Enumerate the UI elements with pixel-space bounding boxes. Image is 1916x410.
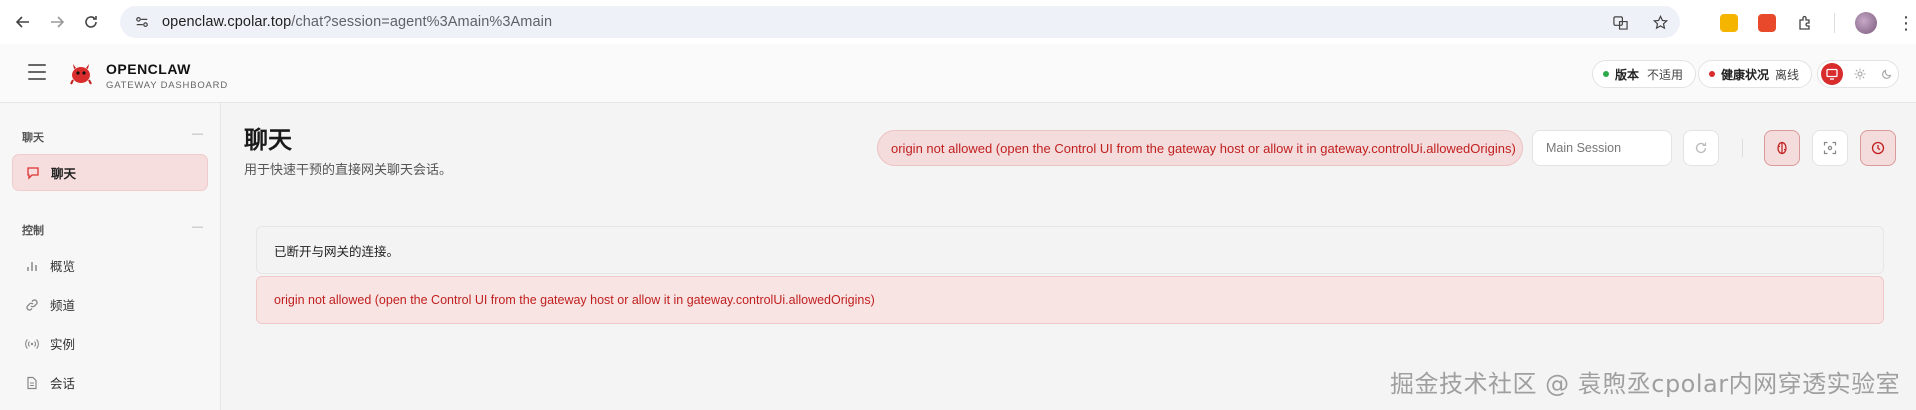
reload-icon[interactable] [78, 9, 104, 35]
section-collapse-icon[interactable]: — [192, 128, 203, 140]
theme-switcher [1817, 60, 1899, 88]
sidebar-item-overview[interactable]: 概览 [12, 247, 208, 284]
version-badge: 版本 不适用 [1592, 60, 1697, 88]
browser-menu-icon[interactable]: ⋮ [1897, 13, 1915, 34]
sidebar-section-control-title: 控制 [22, 225, 44, 237]
profile-avatar[interactable] [1855, 12, 1877, 34]
openclaw-logo-icon [70, 64, 92, 85]
version-label: 版本 [1615, 67, 1640, 82]
chat-bubble-icon [25, 165, 41, 181]
browser-toolbar: openclaw.cpolar.top/chat?session=agent%3… [0, 0, 1916, 44]
app-header: OPENCLAW GATEWAY DASHBOARD 版本 不适用 健康状况 离… [0, 44, 1916, 103]
error-message: origin not allowed (open the Control UI … [256, 276, 1884, 324]
extension-red-icon[interactable] [1758, 14, 1776, 32]
sidebar-item-label: 实例 [50, 338, 76, 352]
page-title: 聊天 [244, 127, 292, 154]
section-collapse-icon[interactable]: — [192, 221, 203, 233]
brand-title: OPENCLAW [106, 61, 191, 77]
version-status-dot [1603, 71, 1609, 77]
refresh-button[interactable] [1683, 130, 1719, 166]
sidebar: 聊天 — 聊天 控制 — 概览 频道 实例 会话 [0, 103, 221, 410]
url-path: /chat?session=agent%3Amain%3Amain [291, 14, 553, 30]
clock-icon [1871, 141, 1885, 155]
disconnected-notice: 已断开与网关的连接。 [256, 226, 1884, 274]
brain-icon [1777, 141, 1787, 155]
bookmark-star-icon[interactable] [1650, 12, 1670, 32]
health-status-dot [1709, 71, 1715, 77]
sidebar-section-chat-title: 聊天 [22, 132, 44, 144]
sidebar-item-label: 频道 [50, 299, 76, 313]
page-subtitle: 用于快速干预的直接网关聊天会话。 [244, 162, 453, 177]
url-text: openclaw.cpolar.top/chat?session=agent%3… [162, 14, 552, 30]
dark-theme-icon[interactable] [1876, 63, 1898, 85]
session-select[interactable]: Main Session [1532, 130, 1672, 166]
sidebar-item-label: 概览 [50, 260, 76, 274]
sidebar-item-sessions[interactable]: 会话 [12, 364, 208, 401]
sidebar-item-chat[interactable]: 聊天 [12, 154, 208, 191]
health-badge: 健康状况 离线 [1698, 60, 1813, 88]
sidebar-item-instances[interactable]: 实例 [12, 325, 208, 362]
extensions-puzzle-icon[interactable] [1796, 14, 1814, 32]
focus-icon [1823, 141, 1837, 155]
hamburger-menu-icon[interactable] [28, 64, 46, 80]
toolbar-divider [1742, 139, 1743, 157]
site-info-icon[interactable] [132, 12, 152, 32]
version-value: 不适用 [1647, 67, 1684, 82]
url-host: openclaw.cpolar.top [162, 14, 292, 30]
sidebar-item-label: 聊天 [51, 167, 77, 181]
watermark: 掘金技术社区 @ 袁煦丞cpolar内网穿透实验室 [1390, 370, 1901, 398]
sidebar-item-channels[interactable]: 频道 [12, 286, 208, 323]
bar-chart-icon [24, 258, 40, 274]
brand-subtitle: GATEWAY DASHBOARD [106, 80, 228, 91]
address-bar[interactable]: openclaw.cpolar.top/chat?session=agent%3… [120, 6, 1680, 38]
sidebar-item-label: 会话 [50, 377, 76, 391]
document-icon [24, 375, 40, 391]
broadcast-icon [24, 336, 40, 352]
health-value: 离线 [1775, 67, 1800, 82]
extension-yellow-icon[interactable] [1720, 14, 1738, 32]
connection-error-pill: origin not allowed (open the Control UI … [877, 130, 1523, 166]
focus-mode-button[interactable] [1812, 130, 1848, 166]
link-icon [24, 297, 40, 313]
thinking-toggle-button[interactable] [1764, 130, 1800, 166]
health-label: 健康状况 [1721, 67, 1770, 82]
refresh-icon [1695, 142, 1707, 154]
back-icon[interactable] [10, 9, 36, 35]
forward-icon[interactable] [44, 9, 70, 35]
toolbar-divider [1834, 13, 1835, 33]
translate-icon[interactable] [1610, 12, 1630, 32]
system-theme-icon[interactable] [1821, 63, 1843, 85]
light-theme-icon[interactable] [1849, 63, 1871, 85]
history-button[interactable] [1860, 130, 1896, 166]
